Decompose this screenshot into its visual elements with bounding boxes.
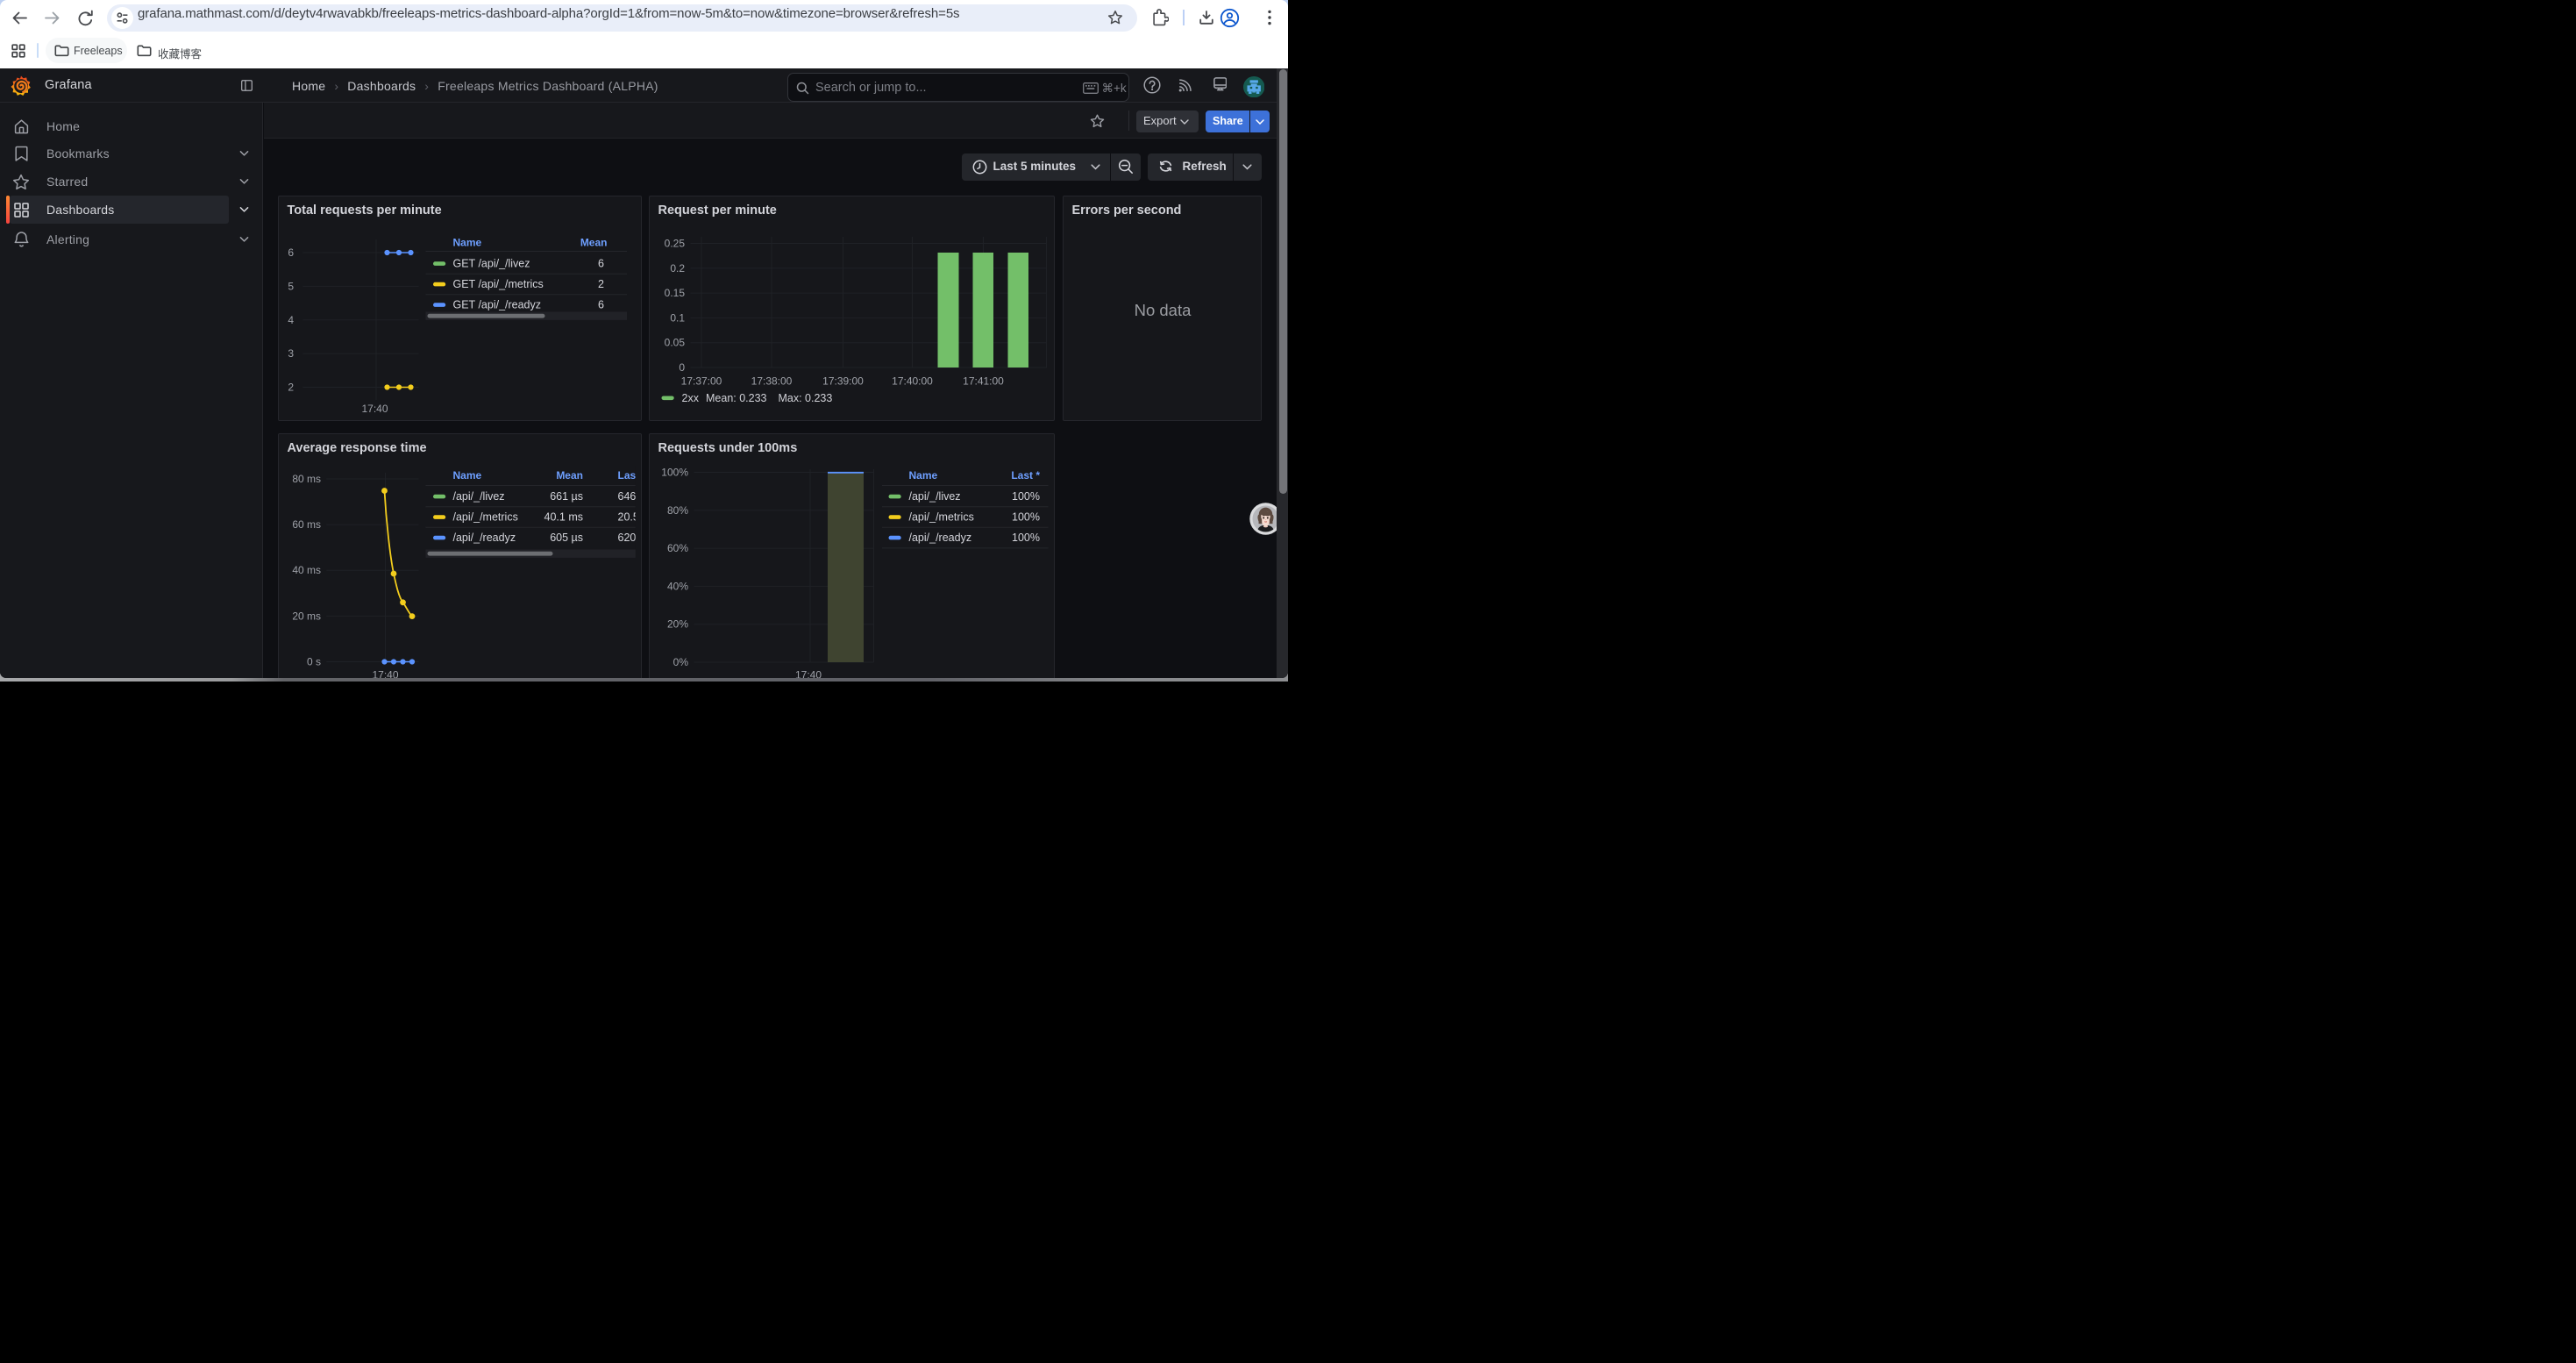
svg-text:Name: Name — [452, 236, 481, 248]
svg-text:40 ms: 40 ms — [292, 564, 321, 576]
svg-text:GET /api/_/readyz: GET /api/_/readyz — [452, 299, 541, 311]
svg-text:40.1 ms: 40.1 ms — [544, 511, 582, 524]
svg-text:0.05: 0.05 — [664, 337, 685, 349]
svg-text:4: 4 — [288, 314, 294, 326]
svg-text:17:40: 17:40 — [372, 668, 398, 678]
svg-text:0 s: 0 s — [306, 655, 320, 667]
svg-text:0.25: 0.25 — [664, 237, 685, 249]
svg-text:0%: 0% — [672, 656, 688, 668]
svg-text:/api/_/livez: /api/_/livez — [452, 490, 504, 503]
svg-text:6: 6 — [598, 299, 604, 311]
svg-text:/api/_/metrics: /api/_/metrics — [908, 511, 973, 524]
svg-text:3: 3 — [288, 347, 294, 360]
svg-text:GET /api/_/livez: GET /api/_/livez — [452, 258, 530, 270]
svg-text:Max: 0.233: Max: 0.233 — [778, 392, 832, 404]
svg-text:40%: 40% — [666, 580, 687, 592]
svg-text:17:37:00: 17:37:00 — [680, 375, 722, 387]
svg-text:/api/_/readyz: /api/_/readyz — [452, 532, 516, 544]
svg-text:100%: 100% — [1012, 532, 1040, 544]
svg-text:17:40: 17:40 — [794, 668, 821, 678]
svg-text:5: 5 — [288, 280, 294, 292]
svg-text:17:39:00: 17:39:00 — [822, 375, 864, 387]
svg-text:Mean: 0.233: Mean: 0.233 — [706, 392, 767, 404]
svg-text:661 µs: 661 µs — [550, 490, 583, 503]
svg-text:17:40: 17:40 — [361, 403, 388, 415]
svg-text:20 ms: 20 ms — [292, 610, 321, 622]
svg-text:80%: 80% — [666, 504, 687, 517]
svg-text:100%: 100% — [661, 466, 688, 478]
svg-text:20%: 20% — [666, 618, 687, 631]
svg-text:60%: 60% — [666, 542, 687, 554]
svg-text:2: 2 — [288, 381, 294, 393]
svg-text:Mean: Mean — [556, 469, 583, 482]
svg-text:Name: Name — [908, 469, 937, 482]
svg-text:6: 6 — [598, 258, 604, 270]
svg-text:60 ms: 60 ms — [292, 518, 321, 531]
svg-text:GET /api/_/metrics: GET /api/_/metrics — [452, 278, 543, 290]
svg-text:17:40:00: 17:40:00 — [892, 375, 933, 387]
svg-text:Last *: Last * — [1011, 469, 1040, 482]
svg-text:17:41:00: 17:41:00 — [963, 375, 1004, 387]
svg-text:0.15: 0.15 — [664, 287, 685, 299]
svg-text:100%: 100% — [1012, 511, 1040, 524]
svg-text:0.1: 0.1 — [670, 311, 685, 324]
svg-text:/api/_/metrics: /api/_/metrics — [452, 511, 517, 524]
svg-text:80 ms: 80 ms — [292, 473, 321, 485]
svg-text:605 µs: 605 µs — [550, 532, 583, 544]
svg-text:/api/_/readyz: /api/_/readyz — [908, 532, 971, 544]
svg-text:Name: Name — [452, 469, 481, 482]
svg-text:2: 2 — [598, 278, 604, 290]
svg-text:Mean: Mean — [580, 236, 607, 248]
svg-text:2xx: 2xx — [681, 392, 699, 404]
svg-text:0.2: 0.2 — [670, 262, 685, 275]
svg-text:100%: 100% — [1012, 490, 1040, 503]
svg-text:6: 6 — [288, 246, 294, 259]
svg-text:/api/_/livez: /api/_/livez — [908, 490, 960, 503]
svg-text:0: 0 — [679, 361, 685, 374]
svg-text:17:38:00: 17:38:00 — [751, 375, 792, 387]
